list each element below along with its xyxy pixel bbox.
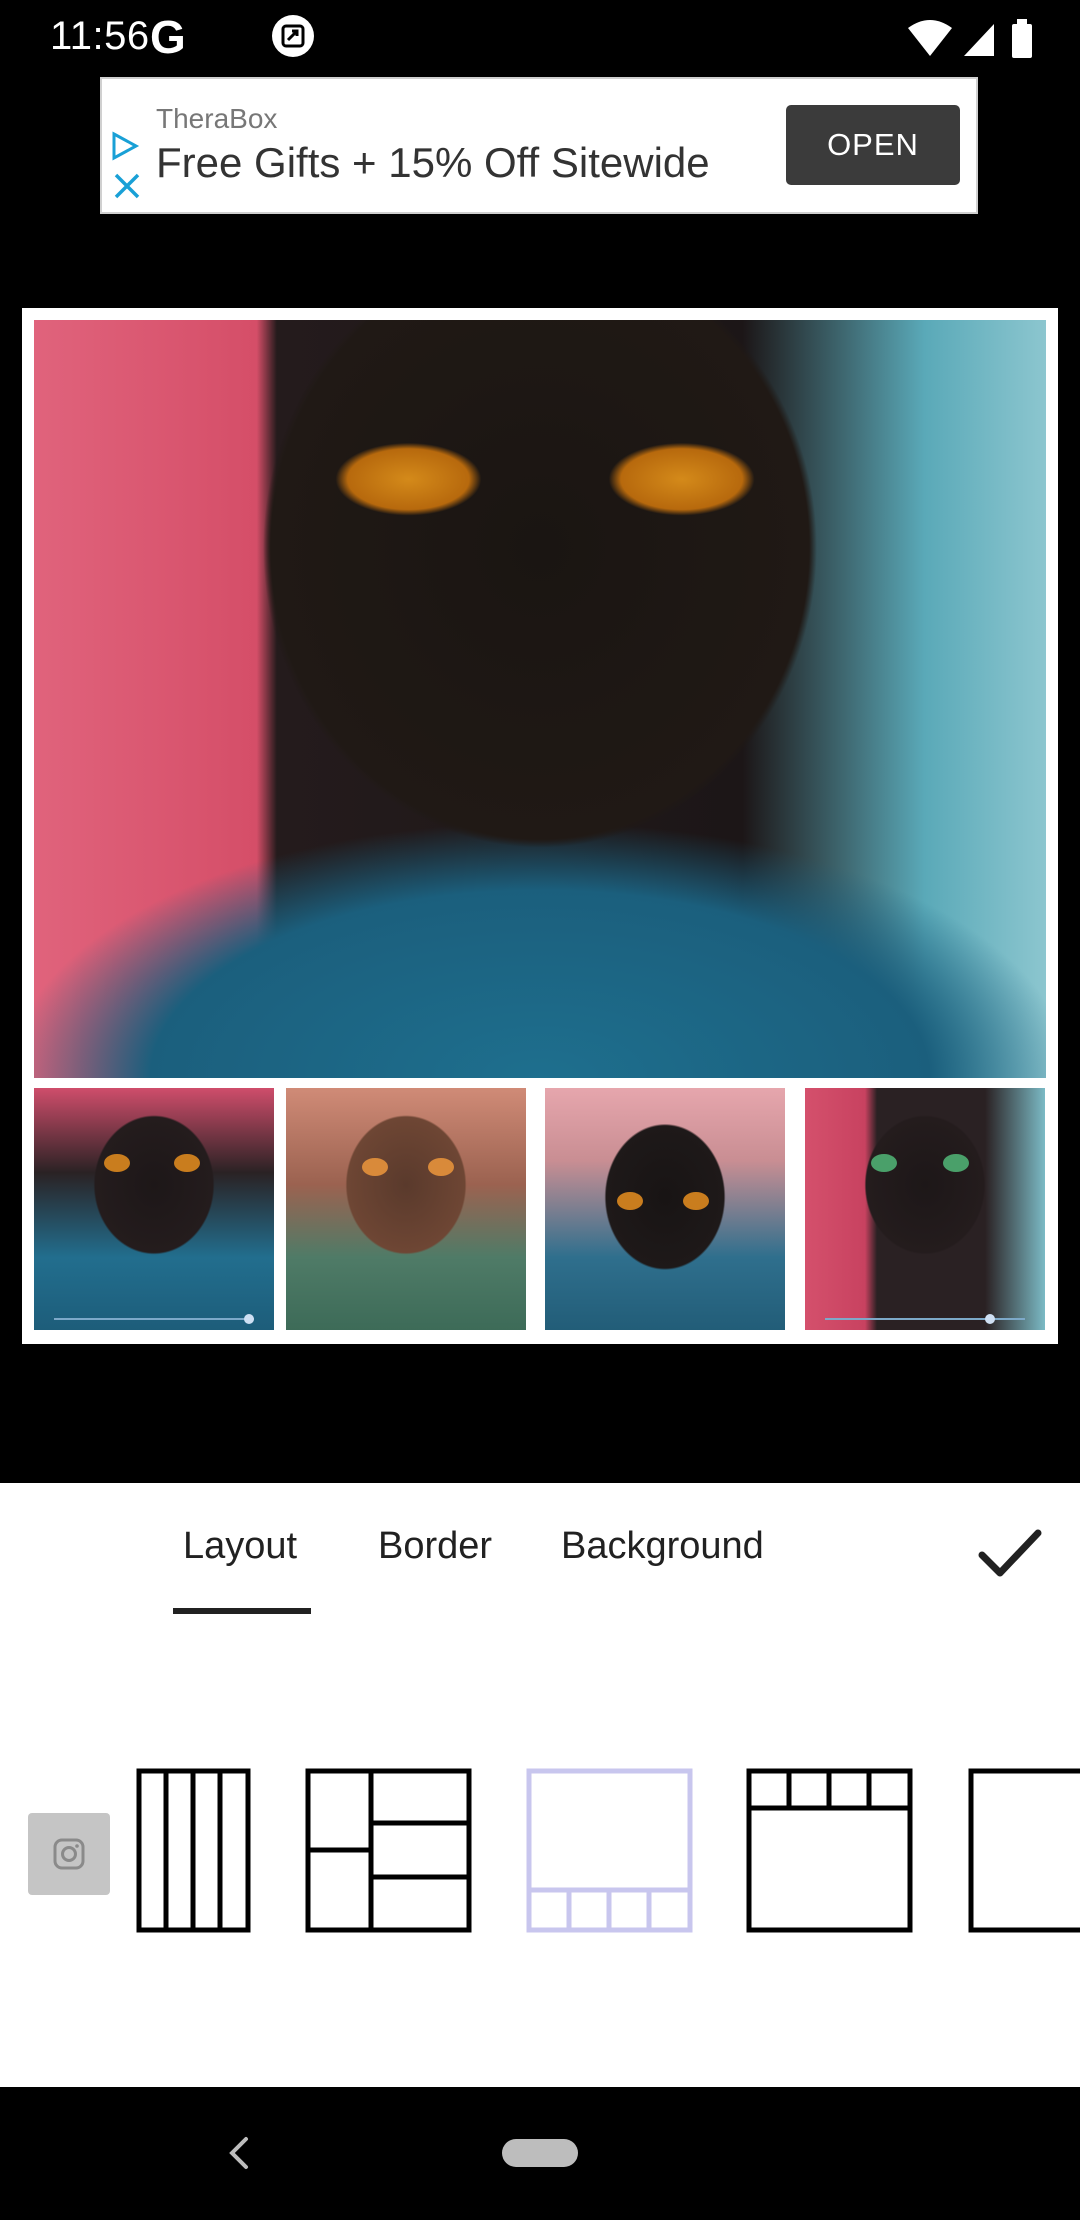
signal-icon	[964, 24, 994, 56]
photo-thumb[interactable]	[286, 1088, 526, 1330]
layout-option-four-columns[interactable]	[136, 1768, 251, 1933]
battery-icon	[1012, 19, 1032, 58]
ad-headline[interactable]: Free Gifts + 15% Off Sitewide	[156, 139, 710, 187]
slider-track	[54, 1318, 254, 1320]
google-g-icon: G	[150, 11, 186, 63]
photo-main[interactable]	[34, 320, 1046, 1078]
layout-option-large-top-four-bottom[interactable]	[526, 1768, 693, 1933]
cat-eye	[943, 1154, 969, 1172]
slider-track	[825, 1318, 1025, 1320]
layout-option-single-frame[interactable]	[968, 1768, 1080, 1933]
cat-eye	[362, 1158, 388, 1176]
ad-close-icon[interactable]	[112, 171, 142, 201]
screenshot-icon	[272, 15, 314, 57]
check-icon[interactable]	[978, 1529, 1042, 1579]
cat-eye	[617, 1192, 643, 1210]
slider-handle[interactable]	[244, 1314, 254, 1324]
layout-option-left-plus-stacked-right[interactable]	[305, 1768, 472, 1933]
ad-banner[interactable]: TheraBox Free Gifts + 15% Off Sitewide O…	[100, 77, 978, 214]
back-icon[interactable]	[222, 2133, 254, 2173]
ad-brand: TheraBox	[156, 103, 278, 134]
ad-open-button[interactable]: OPEN	[786, 105, 960, 185]
instagram-button[interactable]	[28, 1813, 110, 1895]
status-icons	[902, 14, 1042, 62]
photo-thumb[interactable]	[805, 1088, 1045, 1330]
slider-handle[interactable]	[985, 1314, 995, 1324]
cat-eye	[683, 1192, 709, 1210]
tab-border[interactable]: Border	[378, 1525, 492, 1568]
ad-choices-icon[interactable]	[110, 131, 140, 161]
tab-background[interactable]: Background	[561, 1525, 764, 1568]
home-pill[interactable]	[502, 2139, 578, 2167]
collage-preview	[22, 308, 1058, 1344]
editor-panel: Layout Border Background	[0, 1483, 1080, 2087]
cat-eye	[174, 1154, 200, 1172]
navigation-bar	[0, 2087, 1080, 2220]
cat-eye	[871, 1154, 897, 1172]
wifi-icon	[908, 20, 952, 56]
cat-eye	[104, 1154, 130, 1172]
status-time: 11:56	[50, 14, 150, 58]
tab-indicator	[173, 1608, 311, 1614]
instagram-icon	[53, 1838, 85, 1870]
cat-eye	[428, 1158, 454, 1176]
layout-option-four-top-large-bottom[interactable]	[746, 1768, 913, 1933]
photo-thumb[interactable]	[545, 1088, 785, 1330]
status-bar: 11:56 G	[0, 0, 1080, 75]
photo-thumb[interactable]	[34, 1088, 274, 1330]
tab-layout[interactable]: Layout	[183, 1525, 297, 1568]
